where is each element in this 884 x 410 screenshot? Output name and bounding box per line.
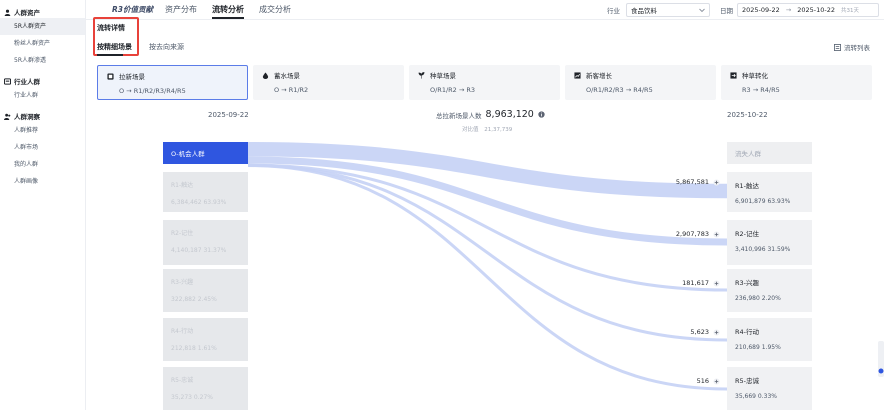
right-node-r5[interactable]: R5-忠诚 35,669 0.33% — [727, 367, 812, 410]
node-pct: 2.20% — [761, 295, 781, 302]
flow-label-r4: 5,623 — [690, 328, 720, 336]
flow-value: 5,867,581 — [675, 178, 709, 186]
node-pct: 0.27% — [193, 394, 213, 401]
node-name: R5-忠诚 — [735, 377, 759, 385]
left-node-r4[interactable]: R4-行动 212,818 1.61% — [163, 318, 248, 361]
right-node-r1[interactable]: R1-触达 6,901,879 63.93% — [727, 172, 812, 212]
left-node-r1[interactable]: R1-触达 6,384,462 63.93% — [163, 172, 248, 212]
flow-value: 516 — [696, 377, 709, 385]
node-value: 210,689 — [735, 344, 760, 351]
node-name: R5-忠诚 — [171, 377, 194, 384]
node-name: R4-行动 — [171, 328, 194, 335]
flow-label-r2: 2,907,783 — [676, 230, 720, 238]
left-node-r3[interactable]: R3-兴趣 322,882 2.45% — [163, 269, 248, 312]
node-pct: 31.59% — [767, 246, 791, 253]
right-node-r3[interactable]: R3-兴趣 236,980 2.20% — [727, 269, 812, 312]
left-node-r5[interactable]: R5-忠诚 35,273 0.27% — [163, 367, 248, 410]
node-pct: 63.93% — [203, 199, 227, 206]
node-value: 322,882 — [171, 296, 196, 303]
node-name: R1-触达 — [171, 182, 194, 189]
right-node-r4[interactable]: R4-行动 210,689 1.95% — [727, 318, 812, 361]
expand-icon[interactable] — [713, 328, 720, 336]
flow-label-r1: 5,867,581 — [676, 178, 720, 186]
node-name: 流失人群 — [735, 150, 761, 158]
expand-icon[interactable] — [713, 279, 720, 287]
flow-value: 181,617 — [682, 279, 709, 287]
node-name: R2-记住 — [735, 230, 759, 238]
side-drawer-handle[interactable] — [878, 341, 884, 377]
expand-icon[interactable] — [713, 230, 720, 238]
node-name: R3-兴趣 — [735, 279, 759, 287]
flow-label-r3: 181,617 — [682, 279, 720, 287]
node-name: O-机会人群 — [171, 150, 205, 158]
left-node-opportunity[interactable]: O-机会人群 — [163, 142, 248, 164]
node-pct: 63.93% — [767, 198, 791, 205]
node-name: R2-记住 — [171, 230, 194, 237]
node-value: 6,901,879 — [735, 198, 766, 205]
node-value: 3,410,996 — [735, 246, 766, 253]
expand-icon[interactable] — [713, 178, 720, 186]
right-node-r2[interactable]: R2-记住 3,410,996 31.59% — [727, 220, 812, 265]
flow-value: 2,907,783 — [675, 230, 709, 238]
right-node-churn[interactable]: 流失人群 — [727, 142, 812, 164]
node-pct: 1.95% — [761, 344, 781, 351]
node-name: R3-兴趣 — [171, 279, 194, 286]
node-value: 4,140,187 — [171, 247, 202, 254]
node-value: 6,384,462 — [171, 199, 202, 206]
expand-icon[interactable] — [713, 377, 720, 385]
node-name: R1-触达 — [735, 182, 759, 190]
node-value: 236,980 — [735, 295, 760, 302]
node-value: 35,669 — [735, 393, 756, 400]
node-value: 212,818 — [171, 345, 196, 352]
node-name: R4-行动 — [735, 328, 759, 336]
node-pct: 2.45% — [197, 296, 217, 303]
node-pct: 31.37% — [203, 247, 227, 254]
flow-value: 5,623 — [690, 328, 709, 336]
node-pct: 1.61% — [197, 345, 217, 352]
node-pct: 0.33% — [757, 393, 777, 400]
flow-label-r5: 516 — [697, 377, 720, 385]
left-node-r2[interactable]: R2-记住 4,140,187 31.37% — [163, 220, 248, 265]
node-value: 35,273 — [171, 394, 192, 401]
